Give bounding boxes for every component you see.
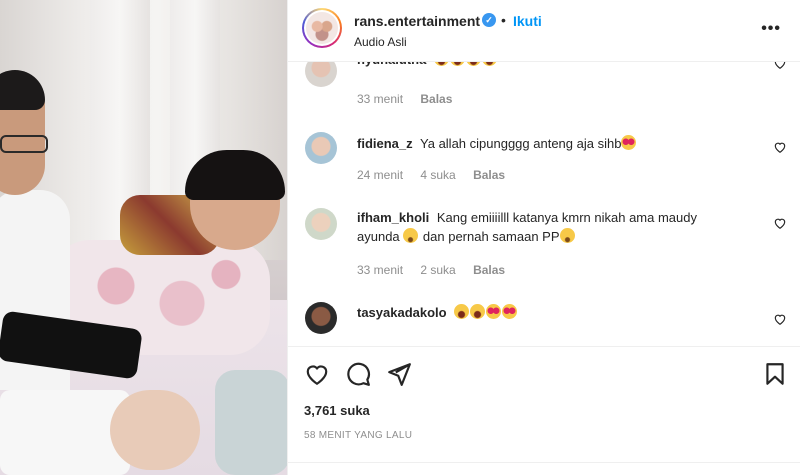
comment-username[interactable]: ifham_kholi	[357, 210, 429, 225]
comment-username[interactable]: fidiena_z	[357, 136, 413, 151]
comment-text: ifham_kholi Kang emiiiilll katanya kmrn …	[357, 208, 737, 246]
avatar-image	[306, 12, 338, 44]
separator-dot: •	[501, 12, 506, 28]
comment-body: Ya allah cipungggg anteng aja sihb	[420, 136, 622, 151]
share-icon[interactable]	[386, 361, 412, 387]
comment-meta: 33 menit Balas	[357, 92, 466, 106]
more-icon[interactable]: •••	[761, 20, 781, 38]
divider	[288, 462, 800, 463]
heart-eyes-emoji-icon	[621, 135, 637, 150]
heart-icon[interactable]	[773, 140, 787, 154]
baby-head	[110, 390, 200, 470]
comment-time: 24 menit	[357, 168, 404, 182]
glasses	[0, 135, 48, 153]
comment-avatar[interactable]	[305, 208, 337, 240]
laugh-emoji-icon	[470, 304, 486, 319]
reply-button[interactable]: Balas	[420, 92, 452, 106]
post-sidebar: rans.entertainment ✓ • Ikuti Audio Asli …	[287, 0, 800, 475]
action-bar	[288, 346, 800, 396]
comment-likes[interactable]: 4 suka	[420, 168, 455, 182]
reply-button[interactable]: Balas	[473, 263, 505, 277]
laugh-emoji-icon	[454, 304, 470, 319]
blanket	[215, 370, 287, 475]
heart-icon[interactable]	[304, 361, 330, 387]
sad-emoji-icon	[559, 228, 575, 243]
laugh-emoji-icon	[433, 62, 449, 66]
heart-icon[interactable]	[773, 312, 787, 326]
heart-icon[interactable]	[773, 216, 787, 230]
laugh-emoji-icon	[481, 62, 497, 66]
laugh-emoji-icon	[465, 62, 481, 66]
comment-text: tasyakadakolo	[357, 303, 737, 322]
heart-eyes-emoji-icon	[502, 304, 518, 319]
bookmark-icon[interactable]	[762, 361, 788, 387]
sad-emoji-icon	[403, 228, 419, 243]
comment-likes[interactable]: 2 suka	[420, 263, 455, 277]
comments-list[interactable]: nyunaiutha 33 menit Balas fidiena_z Ya a…	[288, 62, 800, 346]
audio-label[interactable]: Audio Asli	[354, 35, 407, 49]
post-time: 58 MENIT YANG LALU	[304, 430, 413, 441]
avatar-border	[304, 10, 340, 46]
laugh-emoji-icon	[449, 62, 465, 66]
comment-meta: 33 menit 2 suka Balas	[357, 263, 519, 277]
reply-button[interactable]: Balas	[473, 168, 505, 182]
comment-body-continued: dan pernah samaan PP	[422, 229, 560, 244]
follow-button[interactable]: Ikuti	[513, 13, 542, 29]
comment-username[interactable]: tasyakadakolo	[357, 305, 447, 320]
verified-icon: ✓	[482, 13, 496, 27]
comment-text: nyunaiutha	[357, 62, 737, 69]
comment-meta: 24 menit 4 suka Balas	[357, 168, 519, 182]
comment-time: 33 menit	[357, 92, 404, 106]
comment-avatar[interactable]	[305, 62, 337, 87]
username[interactable]: rans.entertainment	[354, 13, 480, 29]
post-media[interactable]	[0, 0, 287, 475]
avatar[interactable]	[302, 8, 342, 48]
comment-username[interactable]: nyunaiutha	[357, 62, 426, 67]
comment-icon[interactable]	[345, 361, 371, 387]
heart-eyes-emoji-icon	[486, 304, 502, 319]
heart-icon[interactable]	[773, 62, 787, 70]
comment-avatar[interactable]	[305, 302, 337, 334]
post-header: rans.entertainment ✓ • Ikuti Audio Asli …	[288, 0, 800, 62]
comment-time: 33 menit	[357, 263, 404, 277]
comment-avatar[interactable]	[305, 132, 337, 164]
like-count[interactable]: 3,761 suka	[304, 403, 370, 418]
comment-text: fidiena_z Ya allah cipungggg anteng aja …	[357, 134, 737, 153]
